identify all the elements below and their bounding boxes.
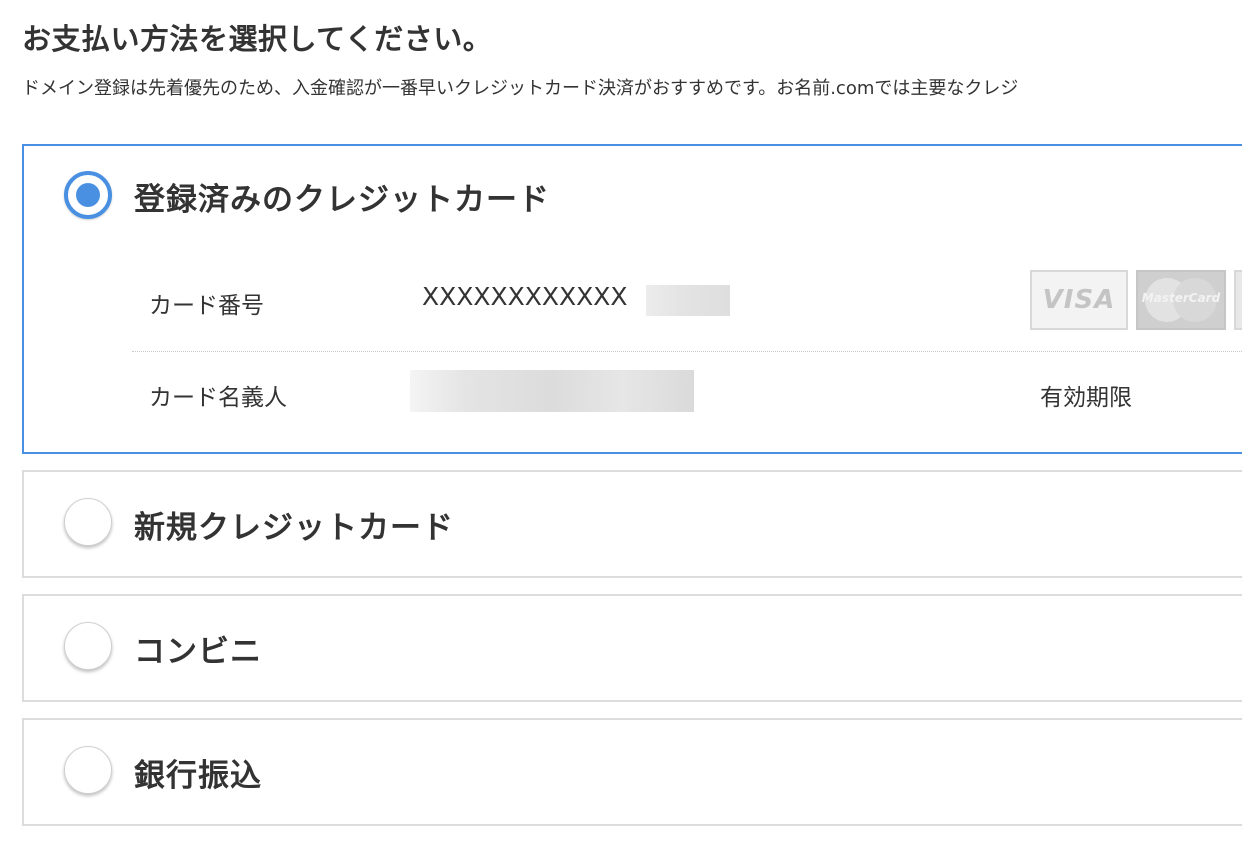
option-registered-card[interactable]: 登録済みのクレジットカード カード番号 XXXXXXXXXXXX VISA Ma… xyxy=(22,144,1242,454)
card-number-value: XXXXXXXXXXXX xyxy=(422,282,628,311)
option-label-bank-transfer: 銀行振込 xyxy=(134,758,262,794)
radio-new-card[interactable] xyxy=(64,498,112,546)
page-description: ドメイン登録は先着優先のため、入金確認が一番早いクレジットカード決済がおすすめで… xyxy=(22,78,1019,99)
mastercard-logo-text: MasterCard xyxy=(1141,291,1221,305)
visa-logo-text: VISA xyxy=(1042,285,1116,315)
option-label-registered-card: 登録済みのクレジットカード xyxy=(134,182,550,218)
mastercard-icon: MasterCard xyxy=(1141,275,1221,325)
cardholder-row: カード名義人 有効期限 xyxy=(132,352,1242,442)
option-label-new-card: 新規クレジットカード xyxy=(134,510,454,546)
radio-registered-card[interactable] xyxy=(64,171,112,219)
card-number-mask xyxy=(646,285,730,316)
card-number-row: カード番号 XXXXXXXXXXXX VISA MasterCard xyxy=(132,250,1242,352)
cardholder-label: カード名義人 xyxy=(149,385,287,411)
radio-bank-transfer[interactable] xyxy=(64,746,112,794)
card-brand-logo-partial xyxy=(1234,270,1242,330)
visa-logo: VISA xyxy=(1030,270,1128,330)
option-new-card[interactable]: 新規クレジットカード xyxy=(22,470,1242,578)
option-convenience-store[interactable]: コンビニ xyxy=(22,594,1242,702)
page-title: お支払い方法を選択してください。 xyxy=(22,22,493,56)
expiry-label: 有効期限 xyxy=(1040,385,1132,411)
cardholder-mask xyxy=(410,370,694,412)
option-bank-transfer[interactable]: 銀行振込 xyxy=(22,718,1242,826)
mastercard-logo: MasterCard xyxy=(1136,270,1226,330)
radio-convenience-store[interactable] xyxy=(64,622,112,670)
card-number-label: カード番号 xyxy=(149,293,264,319)
option-label-convenience-store: コンビニ xyxy=(134,634,262,670)
payment-method-page: お支払い方法を選択してください。 ドメイン登録は先着優先のため、入金確認が一番早… xyxy=(0,0,1242,854)
